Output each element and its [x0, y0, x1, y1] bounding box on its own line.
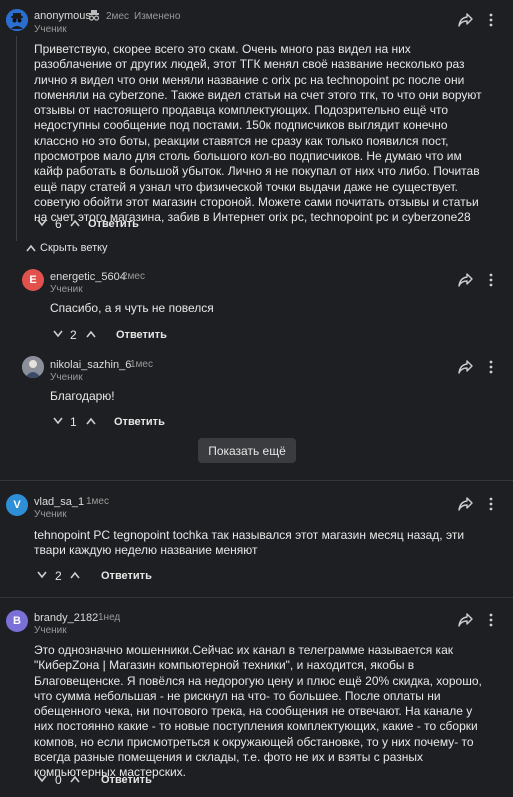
vote-count: 2: [70, 328, 77, 342]
reply-button[interactable]: Ответить: [114, 416, 165, 428]
vote-up-icon[interactable]: [70, 775, 80, 783]
edited-label: Изменено: [134, 11, 181, 22]
comment-time: 2мес: [106, 11, 129, 22]
show-more-button[interactable]: Показать ещё: [198, 438, 296, 463]
avatar[interactable]: B: [6, 610, 28, 632]
comment-text: tehnopoint PC tegnopoint tochka так назы…: [34, 528, 465, 558]
hide-thread-button[interactable]: Скрыть ветку: [40, 242, 108, 254]
vote-down-icon[interactable]: [37, 219, 47, 227]
vote-up-icon[interactable]: [86, 330, 96, 338]
chevron-up-icon[interactable]: [26, 244, 36, 252]
vote-down-icon[interactable]: [53, 417, 63, 425]
comment-time: 1нед: [98, 612, 121, 623]
vote-down-icon[interactable]: [53, 330, 63, 338]
reply-button[interactable]: Ответить: [101, 570, 152, 582]
vote-count: 1: [70, 415, 77, 429]
share-icon[interactable]: [458, 613, 473, 627]
vote-down-icon[interactable]: [37, 775, 47, 783]
author-name[interactable]: brandy_2182: [34, 612, 98, 624]
comment-text: Благодарю!: [50, 389, 115, 403]
avatar[interactable]: [6, 9, 28, 31]
vote-count: 6: [55, 217, 62, 231]
author-name[interactable]: vlad_sa_1: [34, 496, 84, 508]
comment-time: 1мес: [130, 359, 153, 370]
author-name[interactable]: nikolai_sazhin_6: [50, 359, 131, 371]
user-role: Ученик: [50, 284, 83, 295]
user-role: Ученик: [34, 625, 67, 636]
more-icon[interactable]: [484, 360, 498, 374]
share-icon[interactable]: [458, 13, 473, 27]
more-icon[interactable]: [484, 13, 498, 27]
more-icon[interactable]: [484, 497, 498, 511]
reply-button[interactable]: Ответить: [101, 774, 152, 786]
user-role: Ученик: [50, 372, 83, 383]
avatar[interactable]: V: [6, 494, 28, 516]
vote-up-icon[interactable]: [70, 219, 80, 227]
more-icon[interactable]: [484, 613, 498, 627]
share-icon[interactable]: [458, 360, 473, 374]
comment-text: Спасибо, а я чуть не повелся: [50, 301, 214, 315]
comment-time: 1мес: [86, 496, 109, 507]
avatar[interactable]: [22, 356, 44, 378]
divider: [0, 480, 513, 481]
comment-text: Приветствую, скорее всего это скам. Очен…: [34, 42, 482, 225]
comment-text: Это однозначно мошенники.Сейчас их канал…: [34, 643, 482, 780]
thread-line: [16, 36, 17, 241]
reply-button[interactable]: Ответить: [88, 218, 139, 230]
vote-count: 2: [55, 569, 62, 583]
user-role: Ученик: [34, 509, 67, 520]
vote-down-icon[interactable]: [37, 571, 47, 579]
author-name[interactable]: anonymous: [34, 10, 91, 22]
user-role: Ученик: [34, 24, 67, 35]
more-icon[interactable]: [484, 273, 498, 287]
vote-up-icon[interactable]: [86, 417, 96, 425]
incognito-icon: [88, 10, 100, 21]
share-icon[interactable]: [458, 273, 473, 287]
reply-button[interactable]: Ответить: [116, 329, 167, 341]
vote-count: 0: [55, 773, 62, 787]
comment-time: 2мес: [122, 271, 145, 282]
divider: [0, 597, 513, 598]
share-icon[interactable]: [458, 497, 473, 511]
vote-up-icon[interactable]: [70, 571, 80, 579]
avatar[interactable]: E: [22, 269, 44, 291]
author-name[interactable]: energetic_5604: [50, 271, 126, 283]
